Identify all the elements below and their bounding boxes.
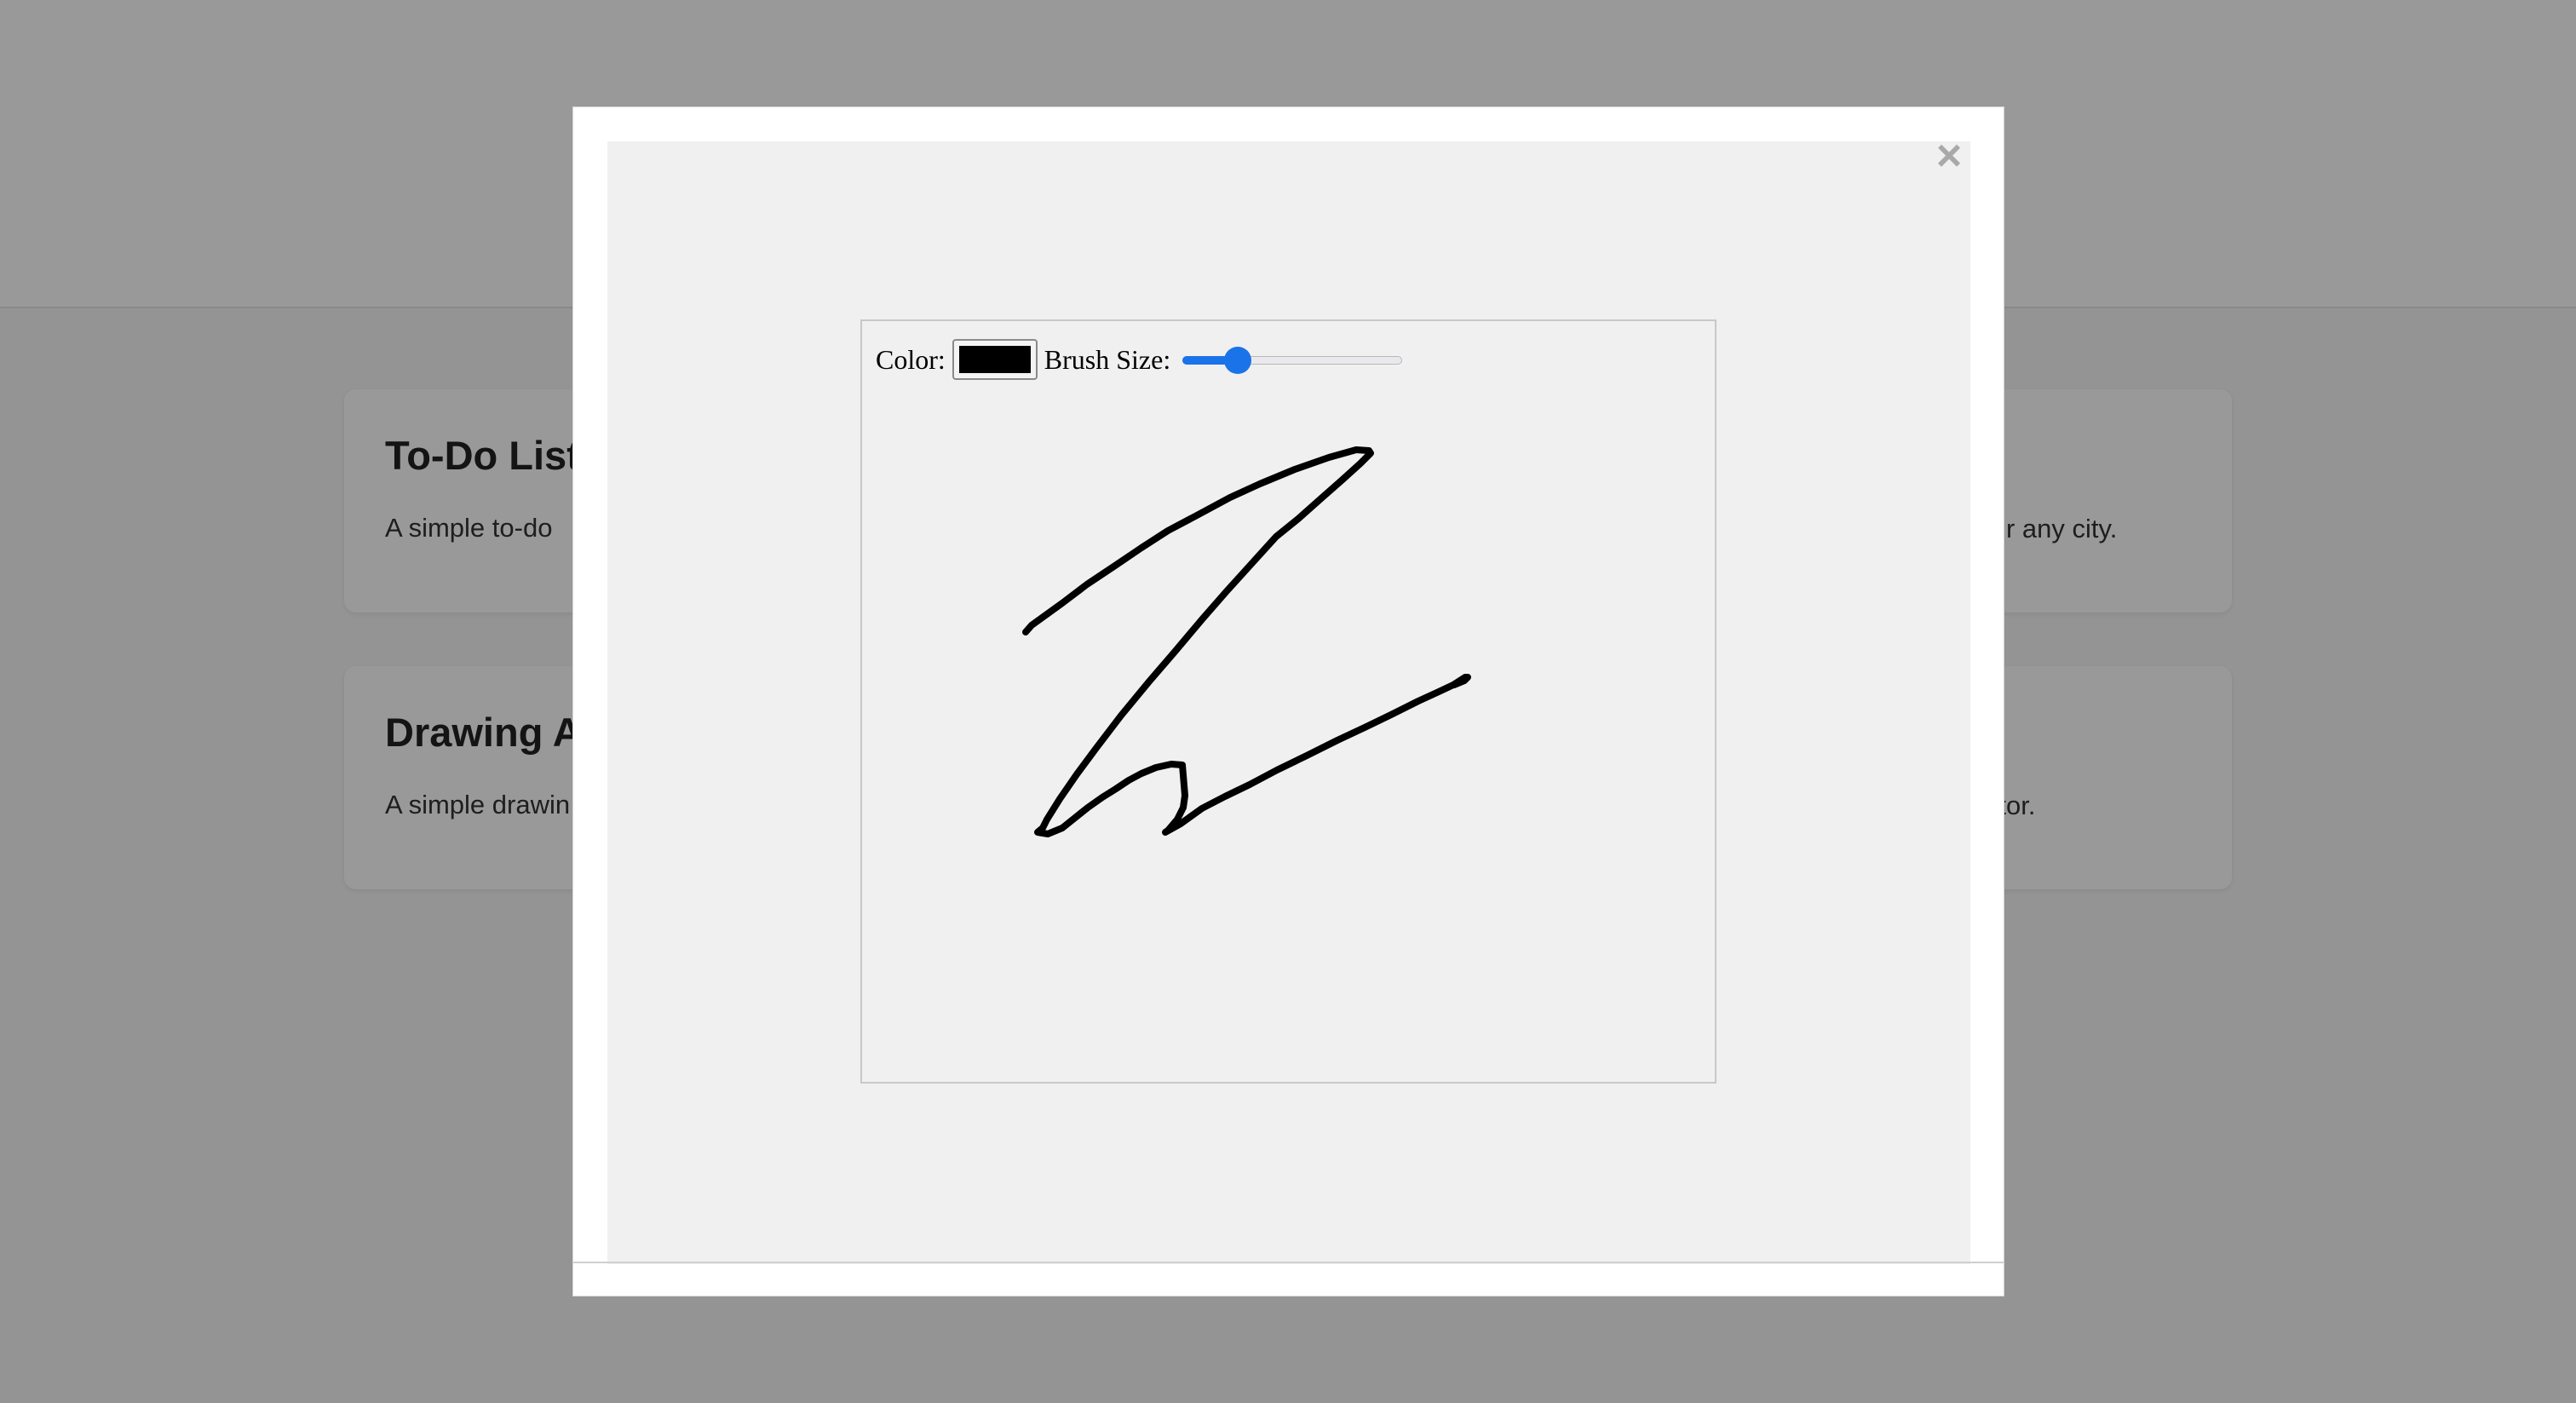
drawing-app: Color: Brush Size: (860, 319, 1716, 1084)
close-icon[interactable]: × (1928, 134, 1970, 178)
slider-thumb[interactable] (1224, 347, 1252, 374)
color-swatch (958, 346, 1031, 373)
drawing-toolbar: Color: Brush Size: (876, 338, 1403, 381)
drawn-stroke (1022, 446, 1471, 837)
drawing-canvas[interactable] (862, 321, 1715, 1082)
brush-size-label: Brush Size: (1044, 343, 1171, 375)
brush-size-slider[interactable] (1182, 342, 1403, 377)
modal-divider (573, 1262, 2004, 1263)
color-label: Color: (876, 343, 946, 375)
color-picker[interactable] (952, 339, 1038, 380)
